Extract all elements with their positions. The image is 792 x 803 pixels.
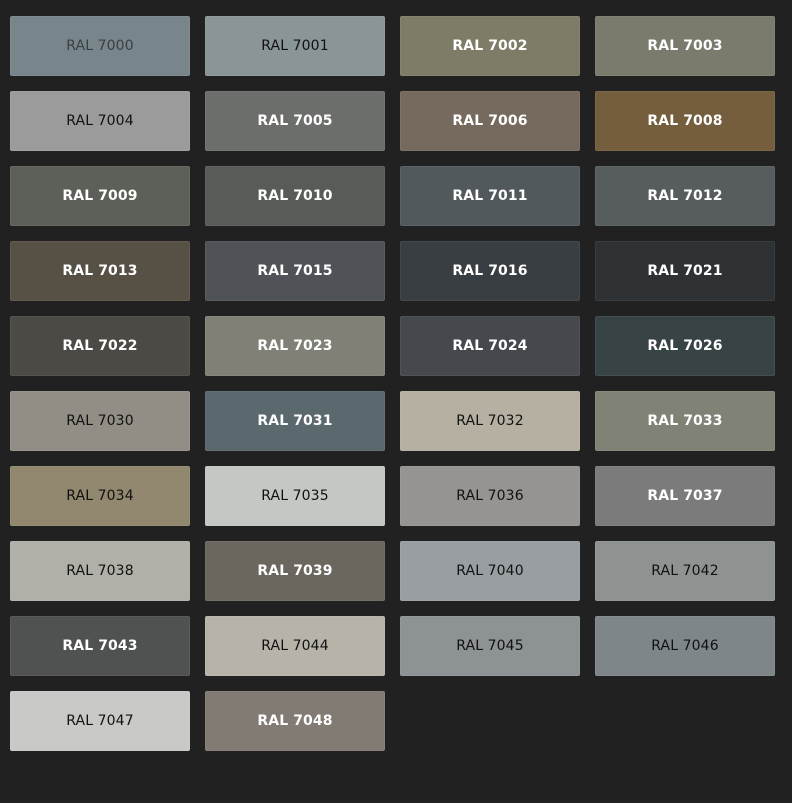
swatch-ral-7005[interactable]: RAL 7005 [205,91,385,151]
swatch-ral-7011[interactable]: RAL 7011 [400,166,580,226]
swatch-ral-7044[interactable]: RAL 7044 [205,616,385,676]
swatch-ral-7033[interactable]: RAL 7033 [595,391,775,451]
ral-color-grid: RAL 7000 RAL 7001 RAL 7002 RAL 7003 RAL … [10,16,775,751]
swatch-ral-7045[interactable]: RAL 7045 [400,616,580,676]
swatch-ral-7032[interactable]: RAL 7032 [400,391,580,451]
swatch-ral-7003[interactable]: RAL 7003 [595,16,775,76]
swatch-ral-7047[interactable]: RAL 7047 [10,691,190,751]
swatch-ral-7030[interactable]: RAL 7030 [10,391,190,451]
swatch-ral-7046[interactable]: RAL 7046 [595,616,775,676]
swatch-ral-7035[interactable]: RAL 7035 [205,466,385,526]
swatch-ral-7024[interactable]: RAL 7024 [400,316,580,376]
swatch-ral-7038[interactable]: RAL 7038 [10,541,190,601]
swatch-ral-7000[interactable]: RAL 7000 [10,16,190,76]
swatch-ral-7034[interactable]: RAL 7034 [10,466,190,526]
swatch-ral-7026[interactable]: RAL 7026 [595,316,775,376]
swatch-ral-7022[interactable]: RAL 7022 [10,316,190,376]
swatch-ral-7023[interactable]: RAL 7023 [205,316,385,376]
swatch-ral-7039[interactable]: RAL 7039 [205,541,385,601]
swatch-ral-7021[interactable]: RAL 7021 [595,241,775,301]
swatch-ral-7008[interactable]: RAL 7008 [595,91,775,151]
swatch-ral-7016[interactable]: RAL 7016 [400,241,580,301]
swatch-ral-7009[interactable]: RAL 7009 [10,166,190,226]
swatch-ral-7012[interactable]: RAL 7012 [595,166,775,226]
swatch-ral-7043[interactable]: RAL 7043 [10,616,190,676]
swatch-ral-7048[interactable]: RAL 7048 [205,691,385,751]
swatch-ral-7037[interactable]: RAL 7037 [595,466,775,526]
swatch-ral-7006[interactable]: RAL 7006 [400,91,580,151]
swatch-ral-7040[interactable]: RAL 7040 [400,541,580,601]
swatch-ral-7036[interactable]: RAL 7036 [400,466,580,526]
swatch-ral-7042[interactable]: RAL 7042 [595,541,775,601]
swatch-ral-7002[interactable]: RAL 7002 [400,16,580,76]
swatch-ral-7010[interactable]: RAL 7010 [205,166,385,226]
swatch-ral-7015[interactable]: RAL 7015 [205,241,385,301]
swatch-ral-7001[interactable]: RAL 7001 [205,16,385,76]
swatch-ral-7031[interactable]: RAL 7031 [205,391,385,451]
swatch-ral-7013[interactable]: RAL 7013 [10,241,190,301]
swatch-ral-7004[interactable]: RAL 7004 [10,91,190,151]
